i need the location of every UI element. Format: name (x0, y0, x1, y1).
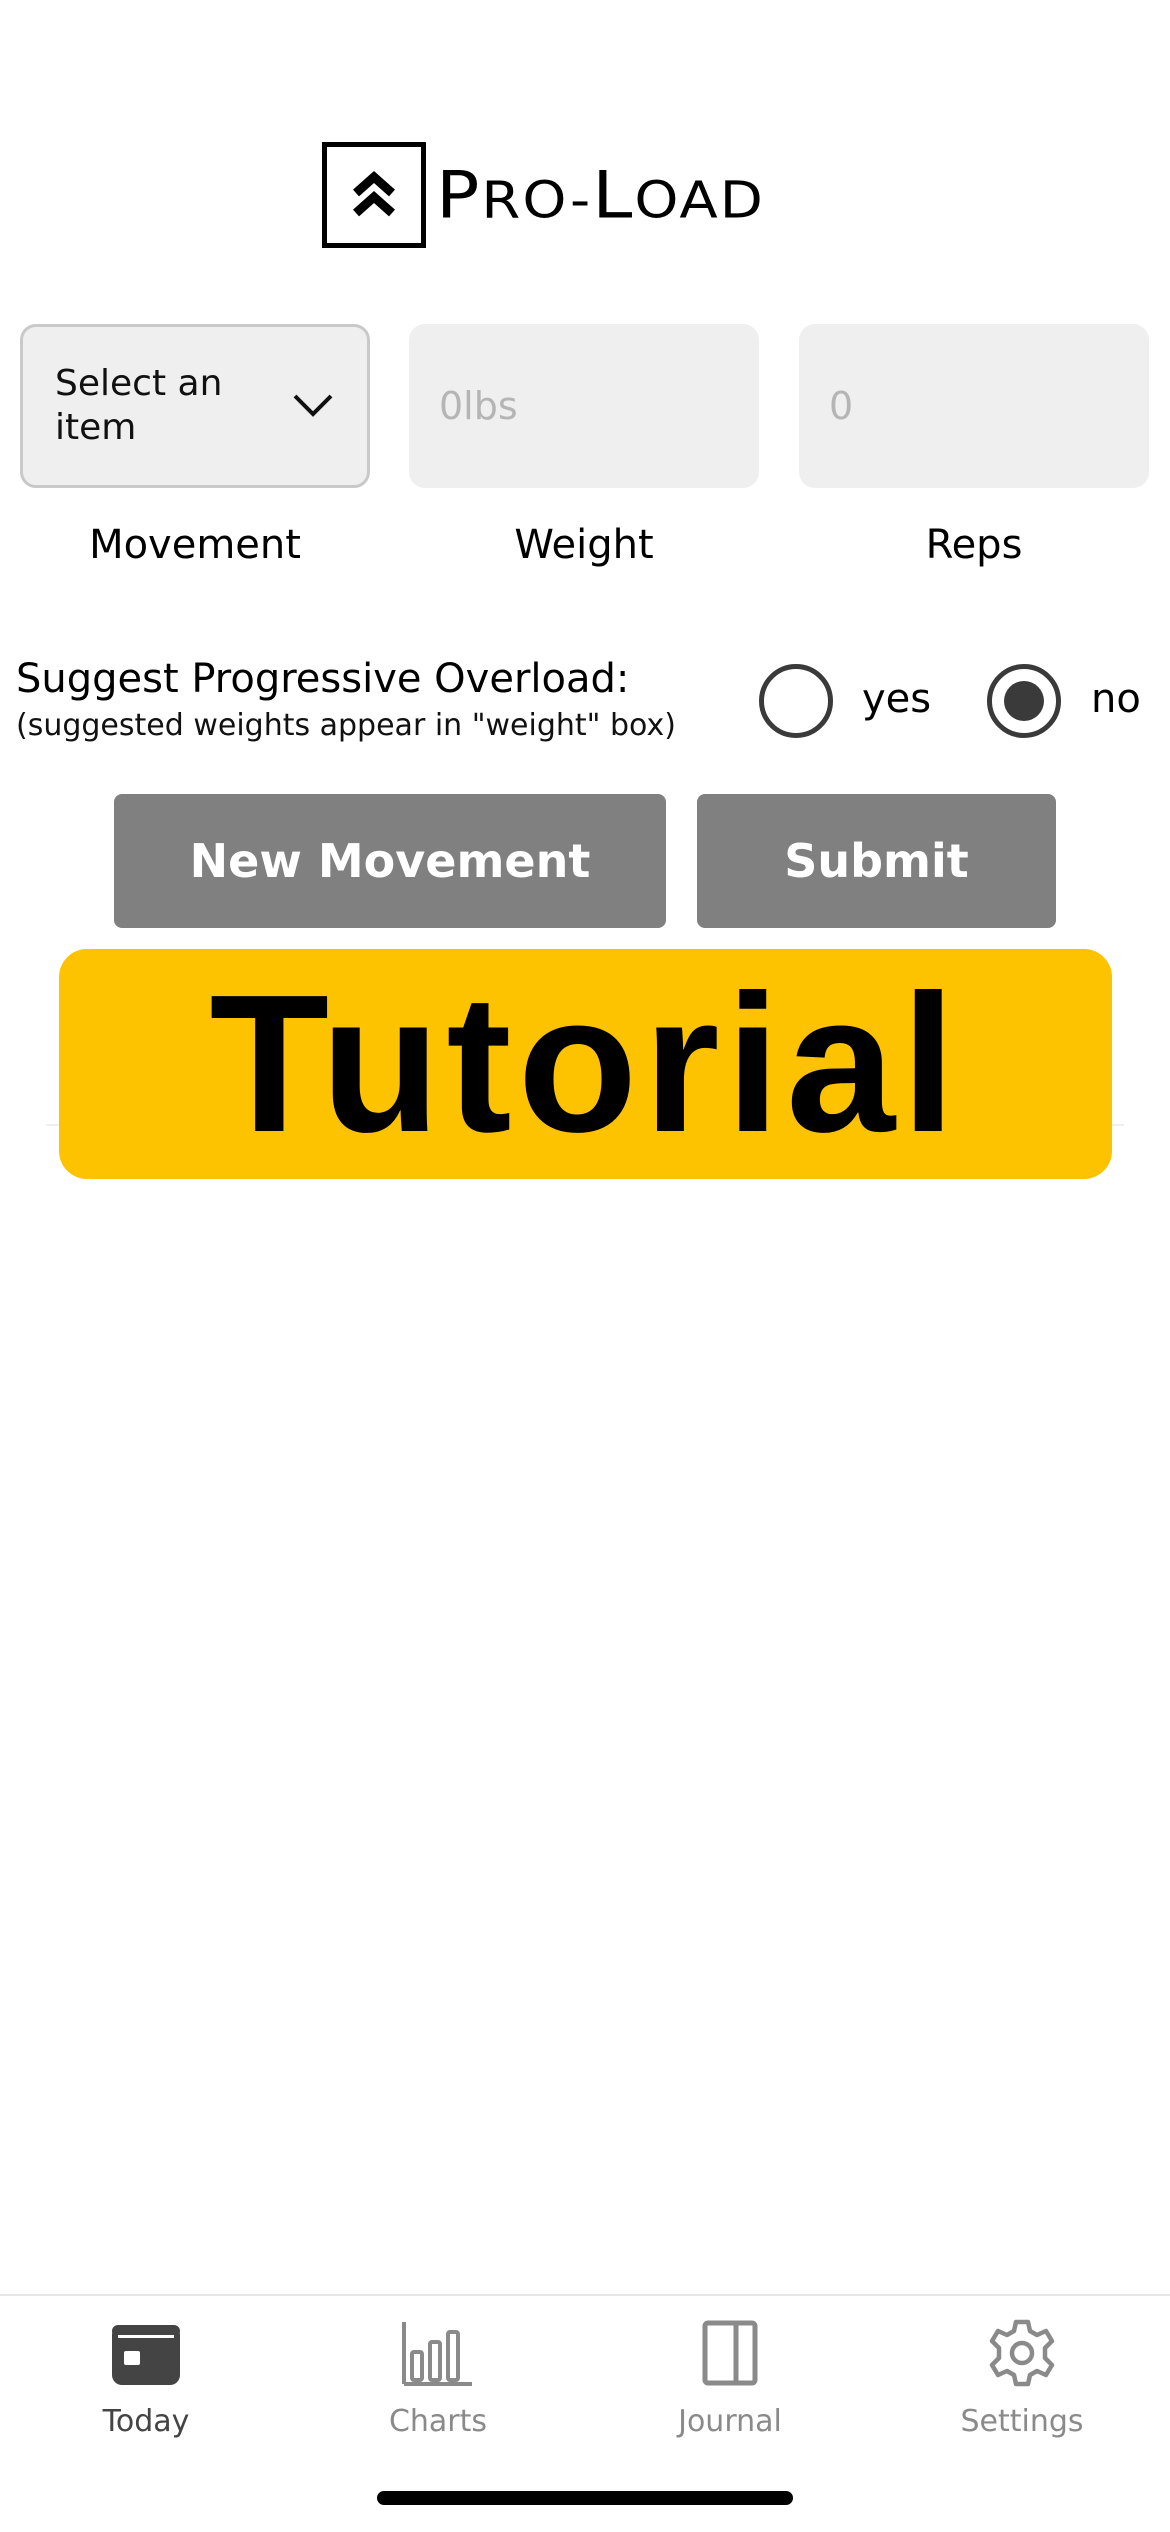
reps-label: Reps (925, 522, 1023, 568)
journal-icon (702, 2318, 758, 2388)
new-movement-button[interactable]: New Movement (114, 794, 666, 928)
tab-journal[interactable]: Journal (584, 2296, 876, 2456)
weight-input[interactable] (409, 324, 759, 488)
reps-field[interactable] (799, 324, 1149, 488)
double-chevron-up-icon (353, 170, 395, 217)
overload-no-label[interactable]: no (1091, 676, 1141, 722)
gear-icon (987, 2318, 1057, 2388)
movement-select-value: Select an item (55, 363, 223, 448)
submit-button[interactable]: Submit (697, 794, 1056, 928)
logo-wordmark: PRO-LOAD (436, 157, 765, 233)
chevron-down-icon (293, 394, 333, 417)
radio-selected-dot (1004, 681, 1044, 721)
today-screen: PRO-LOAD Select an item Movement Weight … (0, 0, 1170, 2532)
tab-charts[interactable]: Charts (292, 2296, 584, 2456)
weight-label: Weight (514, 522, 654, 568)
tutorial-button[interactable]: Tutorial (59, 949, 1112, 1179)
logo-chevron-box (322, 142, 426, 248)
movement-label: Movement (89, 522, 301, 568)
tab-journal-label: Journal (678, 2404, 782, 2439)
movement-select[interactable]: Select an item (20, 324, 370, 488)
weight-field[interactable] (409, 324, 759, 488)
overload-title: Suggest Progressive Overload: (16, 656, 630, 702)
tab-charts-label: Charts (388, 2404, 488, 2439)
tab-today-label: Today (102, 2404, 190, 2439)
tab-settings[interactable]: Settings (876, 2296, 1168, 2456)
pro-load-logo: PRO-LOAD (322, 142, 765, 248)
overload-subtitle: (suggested weights appear in "weight" bo… (16, 708, 676, 743)
overload-no-radio[interactable] (987, 664, 1061, 738)
calendar-icon (112, 2318, 180, 2388)
overload-yes-radio[interactable] (759, 664, 833, 738)
bar-chart-icon (402, 2318, 474, 2388)
overload-yes-label[interactable]: yes (862, 676, 931, 722)
tab-settings-label: Settings (960, 2404, 1084, 2439)
reps-input[interactable] (799, 324, 1149, 488)
home-indicator (377, 2491, 793, 2505)
tab-today[interactable]: Today (0, 2296, 292, 2456)
